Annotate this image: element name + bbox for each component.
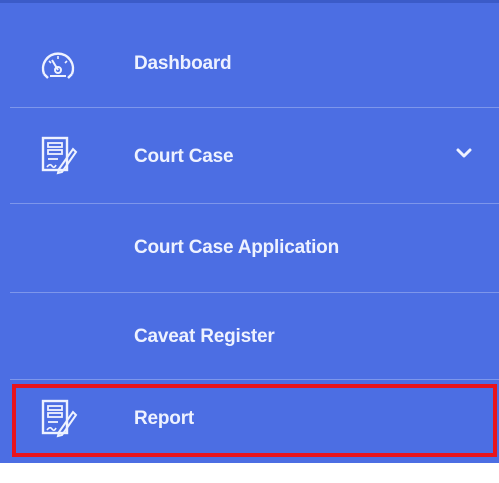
page-background xyxy=(0,463,499,483)
document-edit-icon xyxy=(38,399,78,439)
sidebar-menu: Dashboard Court Case Court Case Applicat… xyxy=(0,0,499,463)
menu-divider xyxy=(10,379,499,380)
dashboard-gauge-icon xyxy=(38,45,78,85)
submenu-item-court-case-application[interactable]: Court Case Application xyxy=(0,204,499,292)
menu-item-label: Dashboard xyxy=(134,53,232,74)
menu-item-label: Court Case xyxy=(134,146,234,167)
menu-item-label: Report xyxy=(134,408,195,429)
menu-item-court-case[interactable]: Court Case xyxy=(0,108,499,204)
document-edit-icon xyxy=(38,136,78,176)
submenu-item-caveat-register[interactable]: Caveat Register xyxy=(0,293,499,379)
menu-item-label: Caveat Register xyxy=(134,326,275,347)
menu-item-dashboard[interactable]: Dashboard xyxy=(0,23,499,107)
chevron-down-icon[interactable] xyxy=(455,146,473,158)
menu-item-report[interactable]: Report xyxy=(0,384,499,457)
menu-item-label: Court Case Application xyxy=(134,237,339,258)
